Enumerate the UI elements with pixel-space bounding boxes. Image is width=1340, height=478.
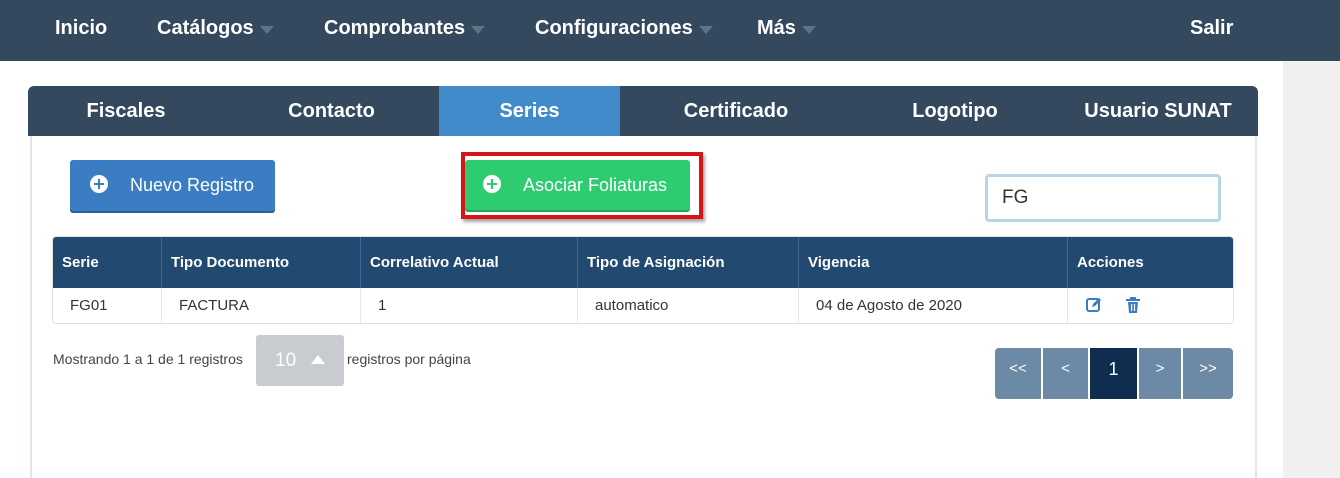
page-next-button[interactable]: > bbox=[1139, 348, 1183, 399]
col-tipo-documento[interactable]: Tipo Documento bbox=[162, 237, 361, 288]
tab-usuario-sunat[interactable]: Usuario SUNAT bbox=[1058, 86, 1258, 136]
caret-down-icon bbox=[801, 25, 816, 34]
caret-down-icon bbox=[259, 25, 274, 34]
col-vigencia[interactable]: Vigencia bbox=[799, 237, 1068, 288]
nav-configuraciones-label: Configuraciones bbox=[535, 17, 693, 39]
scrollbar-track[interactable] bbox=[1283, 61, 1340, 478]
cell-serie: FG01 bbox=[53, 288, 162, 323]
page-last-button[interactable]: >> bbox=[1183, 348, 1233, 399]
associate-foliaturas-button[interactable]: Asociar Foliaturas bbox=[465, 160, 690, 210]
nav-inicio-label: Inicio bbox=[55, 17, 108, 39]
nav-comprobantes[interactable]: Comprobantes bbox=[324, 0, 486, 56]
search-input[interactable] bbox=[985, 174, 1221, 222]
page-size-select[interactable]: 10 bbox=[256, 335, 344, 386]
nav-catalogos-label: Catálogos bbox=[157, 17, 254, 39]
plus-circle-icon bbox=[90, 175, 108, 193]
col-acciones: Acciones bbox=[1077, 254, 1144, 271]
pagination: << < 1 > >> bbox=[995, 348, 1233, 399]
edit-icon[interactable] bbox=[1085, 296, 1103, 314]
table-header: Serie Tipo Documento Correlativo Actual … bbox=[53, 237, 1233, 288]
nav-configuraciones[interactable]: Configuraciones bbox=[535, 0, 713, 56]
cell-tipo-documento: FACTURA bbox=[162, 288, 361, 323]
col-correlativo-actual[interactable]: Correlativo Actual bbox=[361, 237, 578, 288]
page-size-value: 10 bbox=[275, 350, 297, 371]
nav-salir-label: Salir bbox=[1190, 17, 1234, 39]
settings-tabs: Fiscales Contacto Series Certificado Log… bbox=[28, 86, 1258, 136]
trash-icon[interactable] bbox=[1124, 296, 1142, 314]
top-navbar: Inicio Catálogos Comprobantes Configurac… bbox=[0, 0, 1340, 61]
associate-label: Asociar Foliaturas bbox=[523, 175, 668, 195]
tab-series[interactable]: Series bbox=[439, 86, 620, 136]
table-row[interactable]: FG01 FACTURA 1 automatico 04 de Agosto d… bbox=[53, 288, 1233, 323]
caret-up-icon bbox=[311, 355, 325, 364]
col-serie[interactable]: Serie bbox=[53, 237, 162, 288]
cell-correlativo: 1 bbox=[361, 288, 578, 323]
new-record-label: Nuevo Registro bbox=[130, 175, 255, 195]
showing-records-text: Mostrando 1 a 1 de 1 registros bbox=[53, 351, 243, 367]
page-current-button[interactable]: 1 bbox=[1090, 348, 1139, 399]
nav-catalogos[interactable]: Catálogos bbox=[157, 0, 274, 56]
tab-certificado[interactable]: Certificado bbox=[620, 86, 852, 136]
series-table: Serie Tipo Documento Correlativo Actual … bbox=[52, 236, 1234, 324]
tab-logotipo[interactable]: Logotipo bbox=[852, 86, 1058, 136]
new-record-button[interactable]: Nuevo Registro bbox=[70, 160, 275, 211]
tab-fiscales[interactable]: Fiscales bbox=[28, 86, 224, 136]
col-tipo-asignacion[interactable]: Tipo de Asignación bbox=[578, 237, 799, 288]
caret-down-icon bbox=[698, 25, 713, 34]
plus-circle-icon bbox=[483, 175, 501, 193]
cell-vigencia: 04 de Agosto de 2020 bbox=[799, 288, 1068, 323]
page-first-button[interactable]: << bbox=[995, 348, 1043, 399]
nav-mas[interactable]: Más bbox=[757, 0, 816, 56]
cell-tipo-asignacion: automatico bbox=[578, 288, 799, 323]
page-prev-button[interactable]: < bbox=[1043, 348, 1090, 399]
nav-comprobantes-label: Comprobantes bbox=[324, 17, 466, 39]
per-page-text: registros por página bbox=[347, 351, 471, 367]
nav-salir[interactable]: Salir bbox=[1190, 0, 1233, 56]
nav-mas-label: Más bbox=[757, 17, 796, 39]
cell-acciones bbox=[1068, 288, 1233, 323]
tab-contacto[interactable]: Contacto bbox=[224, 86, 439, 136]
caret-down-icon bbox=[471, 25, 486, 34]
nav-inicio[interactable]: Inicio bbox=[55, 0, 107, 56]
